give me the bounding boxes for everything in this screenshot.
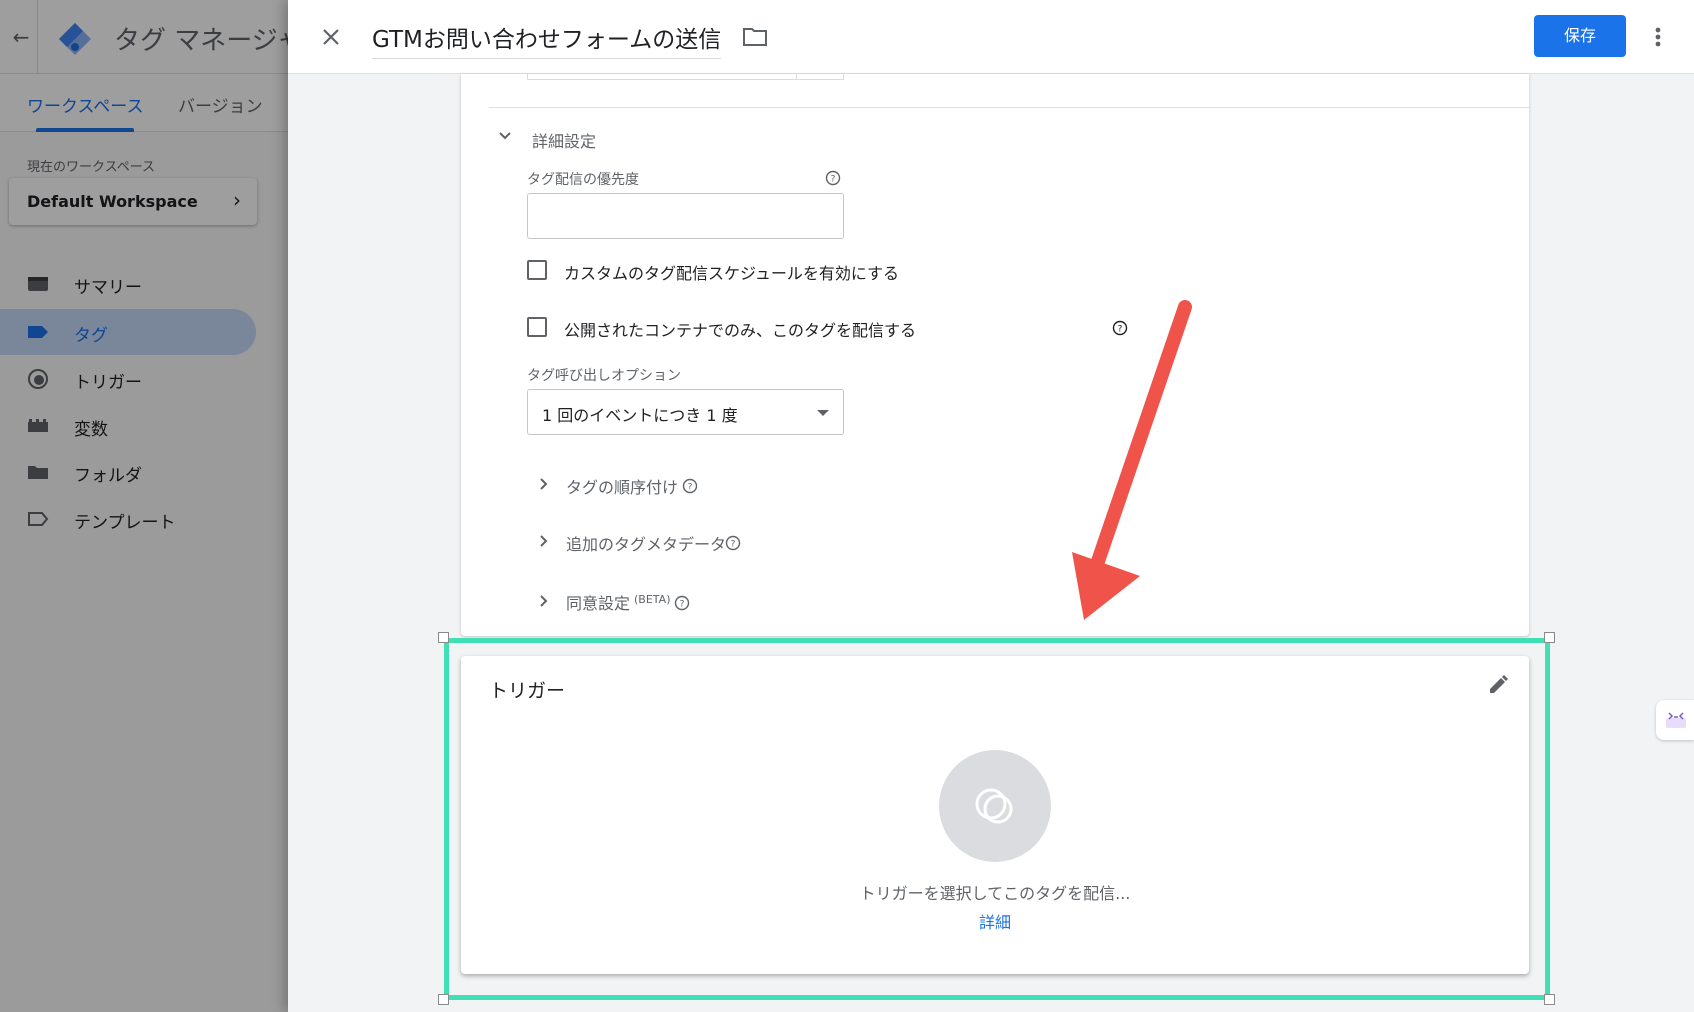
firing-option-label: タグ呼び出しオプション <box>527 368 681 384</box>
more-vert-icon[interactable] <box>1650 22 1666 52</box>
beta-badge: (BETA) <box>634 592 671 606</box>
help-icon[interactable]: ? <box>682 478 698 494</box>
help-icon[interactable]: ? <box>825 170 841 186</box>
published-only-label: 公開されたコンテナでのみ、このタグを配信する <box>564 321 917 340</box>
tag-name-input[interactable]: GTMお問い合わせフォームの送信 <box>372 20 722 59</box>
folder-outline-icon[interactable] <box>742 26 768 48</box>
assistant-icon <box>1666 712 1686 728</box>
help-icon[interactable]: ? <box>725 535 741 551</box>
firing-option-select[interactable]: 1 回のイベントにつき 1 度 <box>527 389 844 435</box>
priority-input[interactable] <box>527 193 844 239</box>
chevron-right-icon[interactable] <box>536 534 550 548</box>
section-divider <box>489 107 1529 108</box>
save-button[interactable]: 保存 <box>1534 15 1626 57</box>
chevron-down-icon[interactable] <box>497 128 513 144</box>
firing-option-value: 1 回のイベントにつき 1 度 <box>542 406 738 425</box>
help-icon[interactable]: ? <box>674 595 690 611</box>
advanced-settings-toggle[interactable]: 詳細設定 <box>532 128 596 152</box>
resize-handle <box>438 632 449 643</box>
svg-text:?: ? <box>688 483 693 493</box>
tag-configuration-card: 詳細設定 タグ配信の優先度 ? カスタムのタグ配信スケジュールを有効にする 公開… <box>461 74 1529 636</box>
svg-text:?: ? <box>731 540 736 550</box>
resize-handle <box>1544 994 1555 1005</box>
sheet-header: GTMお問い合わせフォームの送信 保存 <box>288 0 1694 74</box>
published-only-checkbox[interactable] <box>527 317 547 337</box>
side-panel-widget[interactable] <box>1656 700 1694 740</box>
priority-label: タグ配信の優先度 <box>527 172 639 188</box>
previous-field-cutoff <box>527 74 844 80</box>
dropdown-arrow-icon <box>817 410 829 416</box>
consent-settings-toggle[interactable]: 同意設定 (BETA) <box>566 590 671 614</box>
chevron-right-icon[interactable] <box>536 477 550 491</box>
custom-schedule-checkbox[interactable] <box>527 260 547 280</box>
consent-label: 同意設定 <box>566 594 631 613</box>
svg-text:?: ? <box>680 600 685 610</box>
resize-handle <box>438 994 449 1005</box>
tag-sequencing-toggle[interactable]: タグの順序付け <box>566 474 678 498</box>
chevron-right-icon[interactable] <box>536 594 550 608</box>
svg-text:?: ? <box>831 175 836 185</box>
resize-handle <box>1544 632 1555 643</box>
custom-schedule-label: カスタムのタグ配信スケジュールを有効にする <box>564 264 900 283</box>
annotation-arrow-icon <box>1072 300 1192 620</box>
tag-metadata-toggle[interactable]: 追加のタグメタデータ <box>566 531 726 555</box>
highlight-box <box>444 638 1550 1000</box>
close-icon[interactable] <box>316 22 346 52</box>
